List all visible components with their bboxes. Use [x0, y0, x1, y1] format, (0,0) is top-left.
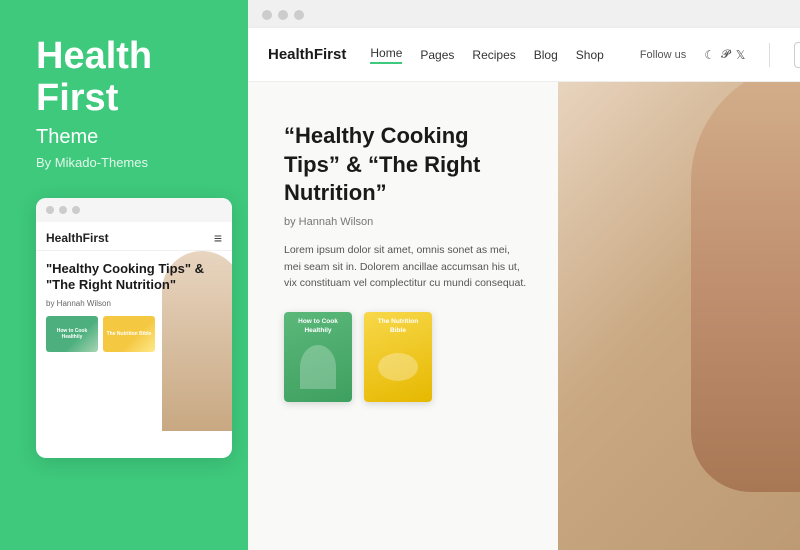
browser-dot-3 — [294, 10, 304, 20]
book-2-label: The Nutrition Bible — [369, 318, 427, 335]
book-2-illustration — [369, 335, 427, 398]
browser-chrome — [248, 0, 800, 28]
site-main: “Healthy Cooking Tips” & “The Right Nutr… — [248, 82, 800, 550]
browser-dot-1 — [262, 10, 272, 20]
book-1-label: How to Cook Healthily — [289, 318, 347, 335]
hero-description: Lorem ipsum dolor sit amet, omnis sonet … — [284, 242, 528, 292]
mini-books: How to Cook Healthily The Nutrition Bibl… — [46, 316, 222, 352]
sidebar: Health First Theme By Mikado-Themes Heal… — [0, 0, 248, 550]
book-bowl-shape — [378, 353, 418, 381]
mini-book-1: How to Cook Healthily — [46, 316, 98, 352]
follow-label: Follow us — [640, 49, 686, 61]
main-browser: HealthFirst Home Pages Recipes Blog Shop… — [248, 0, 800, 550]
mini-brand: HealthFirst — [46, 231, 109, 245]
social-icons: ☾ 𝓟 𝕏 — [704, 47, 745, 62]
mini-hero-title: "Healthy Cooking Tips" & "The Right Nutr… — [46, 261, 222, 295]
content-right: ♥ 🛒 — [558, 82, 800, 550]
nav-home[interactable]: Home — [370, 46, 402, 64]
instagram-icon[interactable]: ☾ — [704, 48, 715, 62]
nav-recipes[interactable]: Recipes — [472, 48, 515, 62]
mini-dot-2 — [59, 206, 67, 214]
cart-icon[interactable]: 🛒 0 — [794, 42, 800, 68]
nav-shop[interactable]: Shop — [576, 48, 604, 62]
nav-blog[interactable]: Blog — [534, 48, 558, 62]
nav-pages[interactable]: Pages — [420, 48, 454, 62]
book-1-illustration — [289, 335, 347, 398]
book-cover-2[interactable]: The Nutrition Bible — [364, 312, 432, 402]
mini-dot-3 — [72, 206, 80, 214]
hero-author: by Hannah Wilson — [284, 216, 528, 228]
hero-title: “Healthy Cooking Tips” & “The Right Nutr… — [284, 122, 528, 208]
sidebar-by: By Mikado-Themes — [36, 155, 220, 170]
site-nav: HealthFirst Home Pages Recipes Blog Shop… — [248, 28, 800, 82]
woman-silhouette — [691, 82, 800, 492]
twitter-icon[interactable]: 𝕏 — [736, 48, 746, 62]
site-brand: HealthFirst — [268, 46, 346, 63]
mini-dot-1 — [46, 206, 54, 214]
mini-book-2-label: The Nutrition Bible — [107, 331, 152, 337]
mini-content: "Healthy Cooking Tips" & "The Right Nutr… — [36, 251, 232, 446]
book-person-shape — [300, 345, 336, 389]
title-line2: First — [36, 77, 118, 119]
mini-book-2: The Nutrition Bible — [103, 316, 155, 352]
mini-nav: HealthFirst ≡ — [36, 222, 232, 251]
content-left: “Healthy Cooking Tips” & “The Right Nutr… — [248, 82, 558, 550]
pinterest-icon[interactable]: 𝓟 — [721, 47, 730, 62]
mini-book-1-label: How to Cook Healthily — [46, 328, 98, 340]
title-line1: Health — [36, 35, 152, 77]
book-cover-1[interactable]: How to Cook Healthily — [284, 312, 352, 402]
sidebar-title: Health First — [36, 36, 220, 120]
mini-browser-preview: HealthFirst ≡ "Healthy Cooking Tips" & "… — [36, 198, 232, 458]
browser-dot-2 — [278, 10, 288, 20]
books-row: How to Cook Healthily The Nutrition Bibl… — [284, 312, 528, 402]
nav-divider — [769, 43, 770, 67]
mini-author: by Hannah Wilson — [46, 299, 222, 308]
sidebar-subtitle: Theme — [36, 126, 220, 149]
mini-hamburger-icon: ≡ — [214, 230, 222, 246]
mini-browser-chrome — [36, 198, 232, 222]
